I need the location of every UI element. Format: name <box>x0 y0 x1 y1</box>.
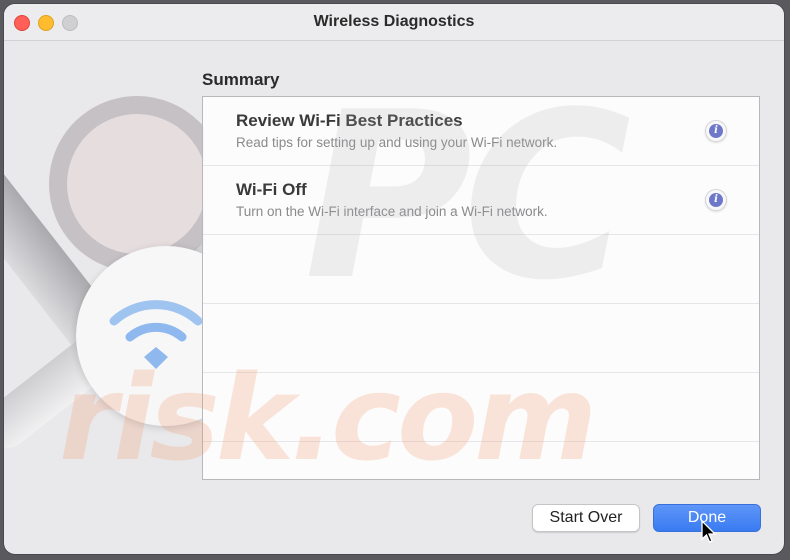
empty-row <box>203 235 759 304</box>
empty-row <box>203 373 759 442</box>
empty-row <box>203 304 759 373</box>
start-over-button[interactable]: Start Over <box>532 504 640 532</box>
title-bar: Wireless Diagnostics <box>4 4 784 41</box>
info-button[interactable]: i <box>705 189 727 211</box>
window-title: Wireless Diagnostics <box>313 13 475 30</box>
wifi-icon <box>109 300 203 369</box>
info-icon: i <box>709 193 723 207</box>
list-item[interactable]: Review Wi-Fi Best Practices Read tips fo… <box>203 97 759 166</box>
app-window: Wireless Diagnostics Summary Review Wi-F… <box>4 4 784 554</box>
item-title: Review Wi-Fi Best Practices <box>236 111 463 130</box>
summary-list: Review Wi-Fi Best Practices Read tips fo… <box>202 96 760 480</box>
item-subtitle: Turn on the Wi-Fi interface and join a W… <box>236 204 548 219</box>
item-title: Wi-Fi Off <box>236 180 307 199</box>
info-button[interactable]: i <box>705 120 727 142</box>
wireless-diagnostics-illustration <box>4 41 204 554</box>
list-item[interactable]: Wi-Fi Off Turn on the Wi-Fi interface an… <box>203 166 759 235</box>
info-icon: i <box>709 124 723 138</box>
item-subtitle: Read tips for setting up and using your … <box>236 135 558 150</box>
mouse-cursor-icon <box>701 520 717 543</box>
magnifier-icon <box>49 96 204 272</box>
wifi-badge <box>76 246 204 426</box>
summary-heading: Summary <box>202 70 280 89</box>
